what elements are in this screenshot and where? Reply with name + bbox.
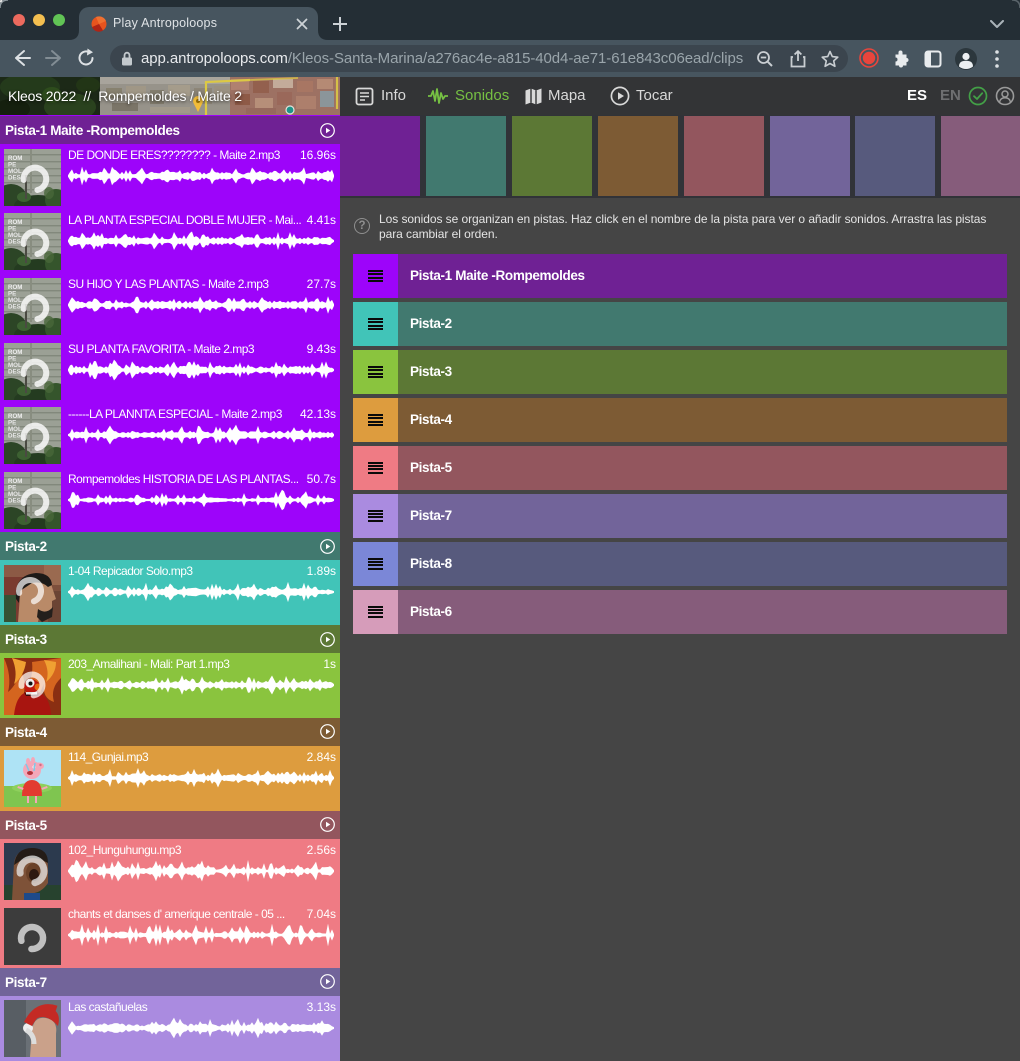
svg-text:DES: DES [8, 368, 21, 375]
svg-text:DES: DES [8, 303, 21, 310]
svg-text:DES: DES [8, 239, 21, 246]
svg-text:DES: DES [8, 433, 21, 440]
svg-text:DES: DES [8, 498, 21, 505]
svg-text:DES: DES [8, 174, 21, 181]
